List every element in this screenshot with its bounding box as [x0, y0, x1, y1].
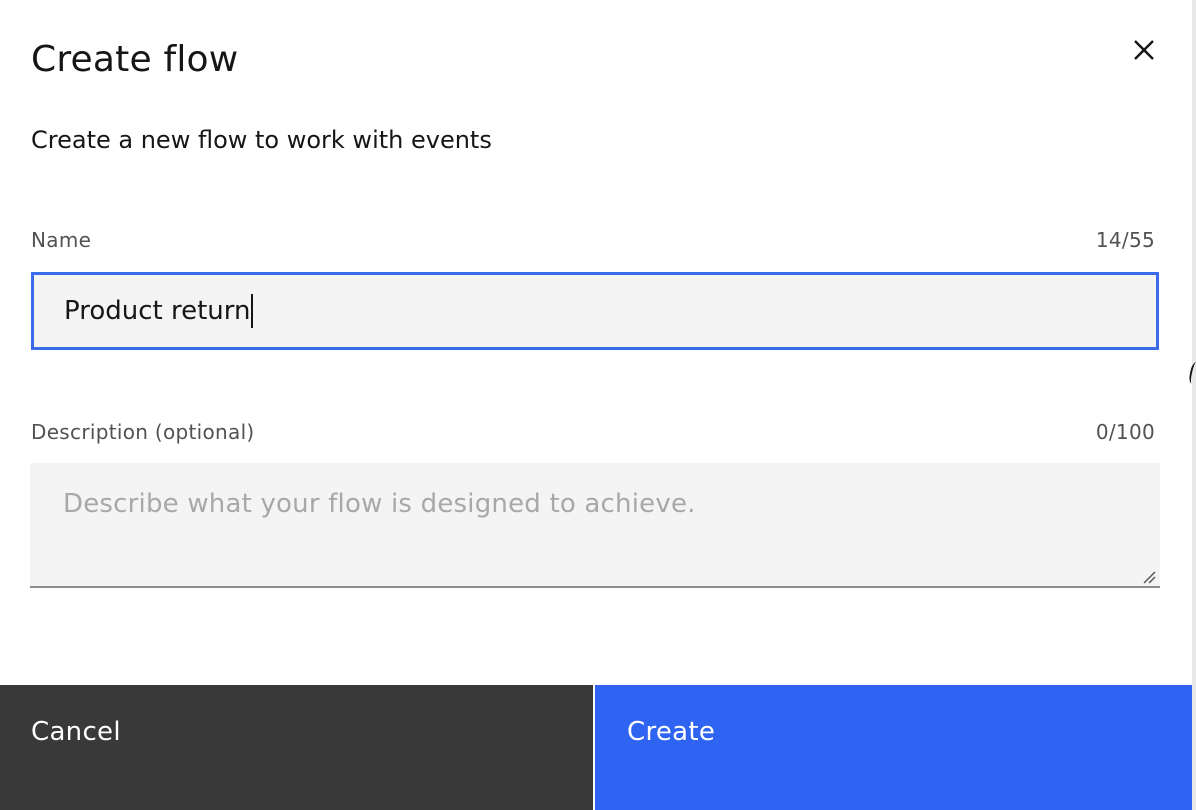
description-char-counter: 0/100: [1095, 420, 1155, 444]
name-input-value: Product return: [64, 296, 251, 326]
close-icon: [1134, 40, 1154, 60]
cancel-button[interactable]: Cancel: [0, 685, 593, 810]
description-label: Description (optional): [31, 420, 255, 444]
dialog-footer: Cancel Create: [0, 685, 1192, 810]
create-button[interactable]: Create: [595, 685, 1192, 810]
background-edge: [1192, 0, 1196, 810]
close-button[interactable]: [1122, 28, 1166, 72]
name-input[interactable]: Product return: [31, 272, 1159, 350]
dialog-title: Create flow: [31, 39, 239, 80]
resize-handle-icon[interactable]: [1142, 570, 1156, 584]
create-flow-dialog: Create flow Create a new flow to work wi…: [0, 0, 1192, 810]
description-placeholder: Describe what your flow is designed to a…: [63, 489, 696, 519]
text-cursor: [251, 294, 254, 328]
name-label: Name: [31, 228, 92, 252]
dialog-subtitle: Create a new flow to work with events: [31, 126, 492, 154]
name-char-counter: 14/55: [1095, 228, 1155, 252]
description-textarea[interactable]: Describe what your flow is designed to a…: [30, 463, 1160, 588]
